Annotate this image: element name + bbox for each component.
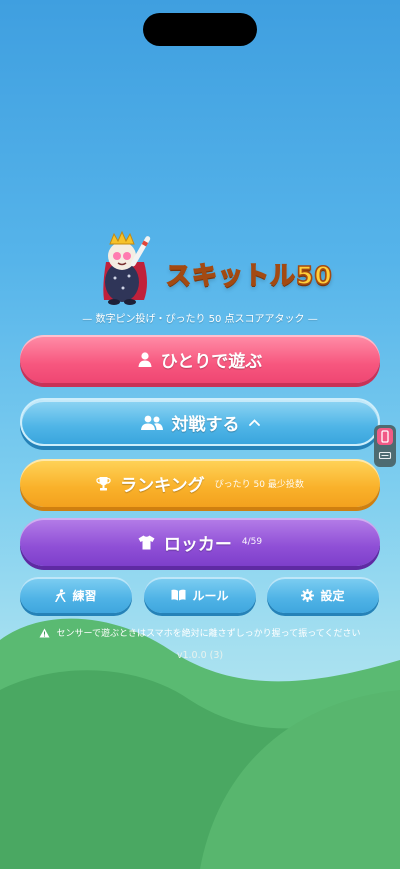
settings-label: 設定 [320, 588, 345, 603]
ranking-label: ランキング [120, 475, 205, 496]
solo-play-label: ひとりで遊ぶ [160, 351, 263, 372]
ranking-button[interactable]: ランキング ぴったり 50 最少投数 [20, 459, 380, 507]
ranking-subtitle: ぴったり 50 最少投数 [214, 479, 304, 490]
versus-button[interactable]: 対戦する [20, 398, 380, 446]
people-icon [140, 415, 163, 430]
person-icon [138, 351, 152, 367]
versus-label: 対戦する [171, 414, 240, 435]
warning-icon [39, 628, 50, 638]
sensor-warning-text: センサーで遊ぶときはスマホを絶対に離さずしっかり握って振ってください [56, 629, 361, 639]
sensor-warning: センサーで遊ぶときはスマホを絶対に離さずしっかり握って振ってください [0, 626, 400, 639]
mascot-illustration [103, 230, 151, 305]
phone-mode-button[interactable] [377, 428, 393, 445]
running-person-icon [55, 588, 67, 602]
locker-button[interactable]: ロッカー 4/59 [20, 518, 380, 566]
tagline: — 数字ピン投げ・ぴったり 50 点スコアアタック — [82, 314, 318, 325]
trophy-icon [96, 476, 111, 491]
keyboard-icon [378, 451, 392, 460]
book-icon [171, 589, 186, 601]
rules-label: ルール [192, 588, 229, 603]
keyboard-mode-button[interactable] [377, 447, 393, 464]
gear-icon [301, 588, 315, 602]
solo-play-button[interactable]: ひとりで遊ぶ [20, 335, 380, 383]
shirt-icon [138, 535, 155, 550]
hero-logo: スキットル50 [92, 226, 333, 306]
camera-notch [143, 13, 257, 46]
practice-label: 練習 [72, 588, 97, 603]
rules-button[interactable]: ルール [144, 577, 256, 613]
phone-icon [381, 430, 389, 443]
version-label: v1.0.0 (3) [176, 650, 224, 661]
locker-count: 4/59 [241, 537, 263, 547]
app-logo-text: スキットル50 [165, 260, 333, 291]
home-screen: スキットル50 — 数字ピン投げ・ぴったり 50 点スコアアタック — ひとりで… [0, 0, 400, 869]
practice-button[interactable]: 練習 [20, 577, 132, 613]
settings-button[interactable]: 設定 [267, 577, 379, 613]
input-mode-toggle[interactable] [374, 425, 396, 467]
locker-label: ロッカー [163, 534, 232, 555]
chevron-up-icon [248, 418, 260, 426]
